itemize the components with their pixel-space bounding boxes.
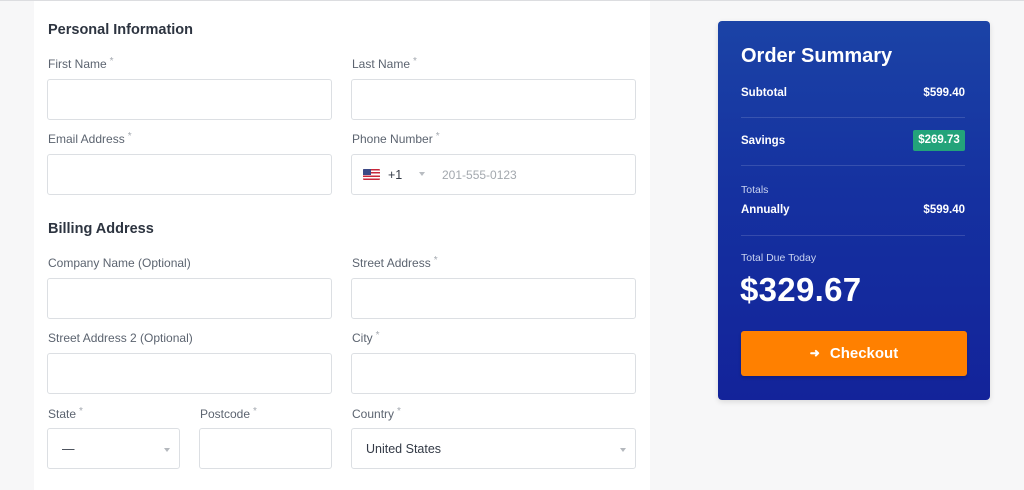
street-address-label: Street Address * <box>352 255 438 270</box>
summary-divider <box>741 235 965 236</box>
chevron-down-icon <box>164 448 170 452</box>
order-summary-title: Order Summary <box>741 45 893 67</box>
state-select[interactable]: — <box>47 428 180 469</box>
summary-divider <box>741 117 965 118</box>
street-address-input[interactable] <box>351 278 636 319</box>
required-marker: * <box>375 330 380 341</box>
required-marker: * <box>109 56 114 67</box>
required-marker: * <box>127 131 132 142</box>
annually-value: $599.40 <box>923 204 965 216</box>
city-input[interactable] <box>351 353 636 394</box>
country-label: Country * <box>352 406 401 421</box>
company-label: Company Name (Optional) <box>48 256 191 270</box>
first-name-input[interactable] <box>47 79 332 120</box>
subtotal-value: $599.40 <box>923 87 965 99</box>
savings-label: Savings <box>741 135 786 147</box>
email-label: Email Address * <box>48 131 132 146</box>
annually-label: Annually <box>741 204 790 216</box>
postcode-input[interactable] <box>199 428 332 469</box>
required-marker: * <box>397 406 401 417</box>
country-select[interactable]: United States <box>351 428 636 469</box>
due-today-label: Total Due Today <box>741 252 817 264</box>
required-marker: * <box>413 56 417 67</box>
checkout-form-card: Personal Information First Name * Last Na… <box>34 1 650 490</box>
required-marker: * <box>433 255 438 266</box>
phone-field: +1 <box>351 154 636 195</box>
street-address-2-input[interactable] <box>47 353 332 394</box>
phone-label: Phone Number * <box>352 131 440 146</box>
country-code-select[interactable]: +1 <box>352 155 432 194</box>
city-label: City * <box>352 330 380 345</box>
required-marker: * <box>253 406 257 417</box>
last-name-input[interactable] <box>351 79 636 120</box>
last-name-label: Last Name * <box>352 56 417 71</box>
checkout-button[interactable]: ➜ Checkout <box>741 331 967 376</box>
company-input[interactable] <box>47 278 332 319</box>
due-today-amount: $329.67 <box>740 271 862 308</box>
required-marker: * <box>435 131 440 142</box>
checkout-label: Checkout <box>829 345 899 362</box>
state-selected-value: — <box>62 442 75 456</box>
country-selected-value: United States <box>366 442 442 456</box>
savings-badge: $269.73 <box>913 130 965 151</box>
chevron-down-icon <box>620 448 626 452</box>
arrow-right-icon: ➜ <box>809 346 820 360</box>
postcode-label: Postcode * <box>200 406 257 421</box>
state-label: State * <box>48 406 83 421</box>
first-name-label: First Name * <box>48 56 114 71</box>
us-flag-icon <box>363 169 380 180</box>
dial-code: +1 <box>388 168 403 182</box>
phone-number-input[interactable] <box>432 156 632 193</box>
required-marker: * <box>79 406 83 417</box>
personal-info-heading: Personal Information <box>48 22 194 38</box>
street-address-2-label: Street Address 2 (Optional) <box>48 331 193 345</box>
chevron-down-icon <box>419 172 425 176</box>
email-input[interactable] <box>47 154 332 195</box>
totals-label: Totals <box>741 184 769 196</box>
subtotal-label: Subtotal <box>741 87 787 99</box>
summary-divider <box>741 165 965 166</box>
billing-address-heading: Billing Address <box>48 221 154 237</box>
order-summary-panel: Order Summary Subtotal $599.40 Savings $… <box>718 21 990 400</box>
